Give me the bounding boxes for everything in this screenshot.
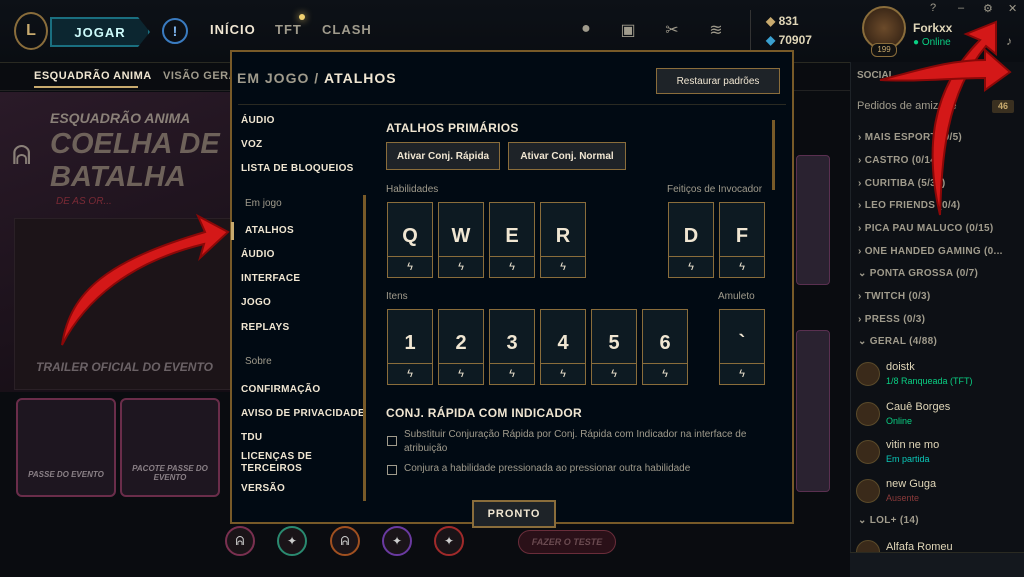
annotation-arrows bbox=[61, 20, 1012, 346]
arrow-to-social bbox=[879, 47, 1012, 92]
arrow-to-hotkeys bbox=[61, 213, 230, 346]
